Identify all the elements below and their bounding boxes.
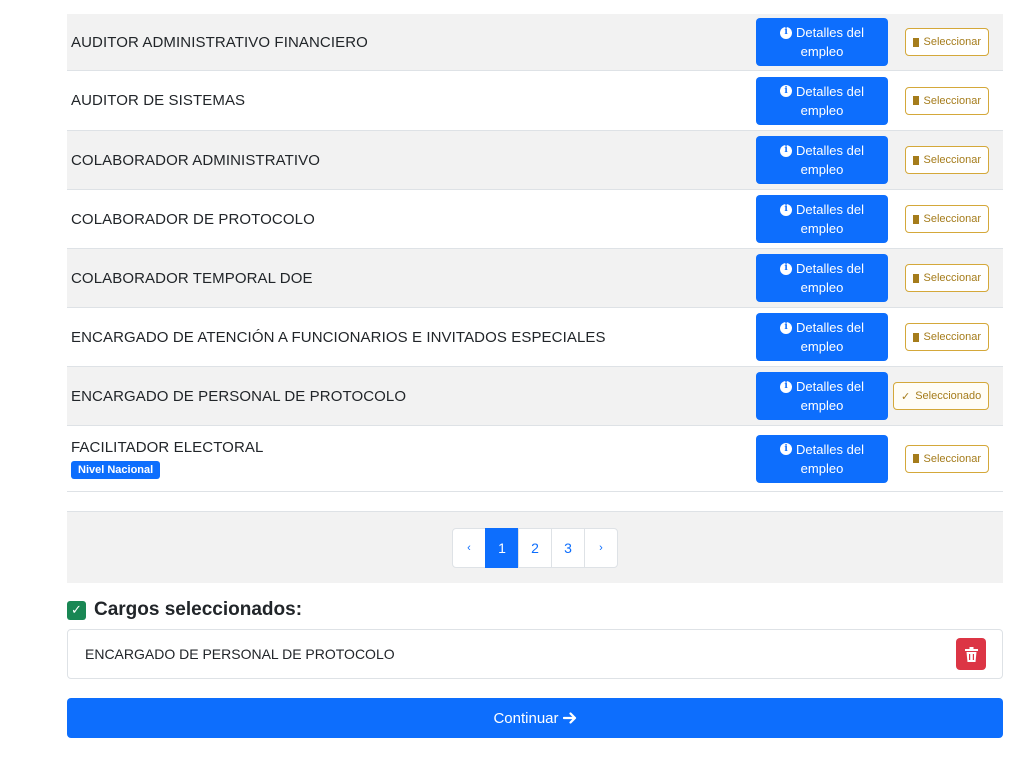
table-row: AUDITOR ADMINISTRATIVO FINANCIERO i Detal… bbox=[67, 14, 1003, 71]
pagination-page-1[interactable]: 1 bbox=[485, 527, 519, 568]
pagination-next[interactable]: › bbox=[584, 527, 618, 568]
pagination-prev[interactable]: ‹ bbox=[452, 527, 486, 568]
trash-icon bbox=[964, 646, 978, 662]
job-title: ENCARGADO DE ATENCIÓN A FUNCIONARIOS E I… bbox=[71, 328, 606, 346]
info-circle-icon: i bbox=[780, 85, 793, 97]
info-circle-icon: i bbox=[780, 380, 793, 393]
square-icon bbox=[913, 37, 919, 47]
square-icon bbox=[913, 273, 919, 283]
job-title: COLABORADOR ADMINISTRATIVO bbox=[71, 151, 321, 169]
table-row: ENCARGADO DE PERSONAL DE PROTOCOLO i Deta… bbox=[67, 367, 1003, 426]
select-job-button[interactable]: Seleccionar bbox=[905, 444, 989, 473]
job-title: COLABORADOR TEMPORAL DOE bbox=[71, 269, 313, 287]
info-circle-icon: i bbox=[780, 262, 793, 275]
square-icon bbox=[913, 96, 919, 105]
job-table: AUDITOR ADMINISTRATIVO FINANCIERO i Detal… bbox=[67, 14, 1003, 492]
continue-button[interactable]: Continuar bbox=[67, 698, 1003, 738]
pagination-page-2[interactable]: 2 bbox=[518, 527, 552, 568]
job-details-button[interactable]: i Detalles del empleo bbox=[756, 254, 888, 302]
select-job-button[interactable]: Seleccionar bbox=[905, 146, 989, 174]
square-icon bbox=[913, 155, 919, 165]
info-circle-icon: i bbox=[780, 144, 793, 157]
remove-selected-button[interactable] bbox=[956, 638, 986, 670]
job-title: COLABORADOR DE PROTOCOLO bbox=[71, 210, 315, 228]
selected-job-button[interactable]: ✓ Seleccionado bbox=[893, 382, 989, 410]
table-row: AUDITOR DE SISTEMAS i Detalles del empleo… bbox=[67, 71, 1003, 131]
table-row: FACILITADOR ELECTORAL Nivel Nacional i De… bbox=[67, 426, 1003, 492]
job-details-button[interactable]: i Detalles del empleo bbox=[756, 76, 888, 125]
info-circle-icon: i bbox=[780, 443, 793, 455]
job-details-button[interactable]: i Detalles del empleo bbox=[756, 313, 888, 361]
selected-position-name: ENCARGADO DE PERSONAL DE PROTOCOLO bbox=[85, 646, 395, 662]
selected-positions-heading: ✓ Cargos seleccionados: bbox=[67, 599, 1003, 621]
job-selection-panel: AUDITOR ADMINISTRATIVO FINANCIERO i Detal… bbox=[67, 14, 1003, 738]
check-icon: ✓ bbox=[901, 390, 911, 403]
job-title: AUDITOR DE SISTEMAS bbox=[71, 92, 246, 109]
info-circle-icon: i bbox=[780, 26, 793, 39]
table-row: ENCARGADO DE ATENCIÓN A FUNCIONARIOS E I… bbox=[67, 308, 1003, 367]
select-job-button[interactable]: Seleccionar bbox=[905, 28, 989, 56]
job-details-button[interactable]: i Detalles del empleo bbox=[756, 434, 888, 483]
select-job-button[interactable]: Seleccionar bbox=[905, 205, 989, 233]
pagination: ‹ 1 2 3 › bbox=[452, 527, 618, 568]
job-title: ENCARGADO DE PERSONAL DE PROTOCOLO bbox=[71, 387, 407, 405]
info-circle-icon: i bbox=[780, 203, 793, 216]
pagination-container: ‹ 1 2 3 › bbox=[67, 511, 1003, 583]
square-icon bbox=[913, 214, 919, 224]
job-title: FACILITADOR ELECTORAL bbox=[71, 438, 264, 456]
job-details-button[interactable]: i Detalles del empleo bbox=[756, 136, 888, 184]
job-details-button[interactable]: i Detalles del empleo bbox=[756, 372, 888, 420]
job-details-button[interactable]: i Detalles del empleo bbox=[756, 195, 888, 243]
check-square-icon: ✓ bbox=[67, 600, 86, 620]
select-job-button[interactable]: Seleccionar bbox=[905, 264, 989, 292]
arrow-right-icon bbox=[562, 712, 576, 724]
select-job-button[interactable]: Seleccionar bbox=[905, 323, 989, 351]
job-title: AUDITOR ADMINISTRATIVO FINANCIERO bbox=[71, 33, 368, 51]
table-row: COLABORADOR TEMPORAL DOE i Detalles del e… bbox=[67, 249, 1003, 308]
square-icon bbox=[913, 332, 919, 342]
pagination-page-3[interactable]: 3 bbox=[551, 527, 585, 568]
table-row: COLABORADOR DE PROTOCOLO i Detalles del e… bbox=[67, 190, 1003, 249]
square-icon bbox=[913, 454, 919, 463]
job-details-button[interactable]: i Detalles del empleo bbox=[756, 18, 888, 66]
info-circle-icon: i bbox=[780, 321, 793, 334]
selected-position-item: ENCARGADO DE PERSONAL DE PROTOCOLO bbox=[67, 629, 1003, 679]
table-row: COLABORADOR ADMINISTRATIVO i Detalles del… bbox=[67, 131, 1003, 190]
select-job-button[interactable]: Seleccionar bbox=[905, 86, 989, 115]
level-badge: Nivel Nacional bbox=[71, 460, 161, 479]
